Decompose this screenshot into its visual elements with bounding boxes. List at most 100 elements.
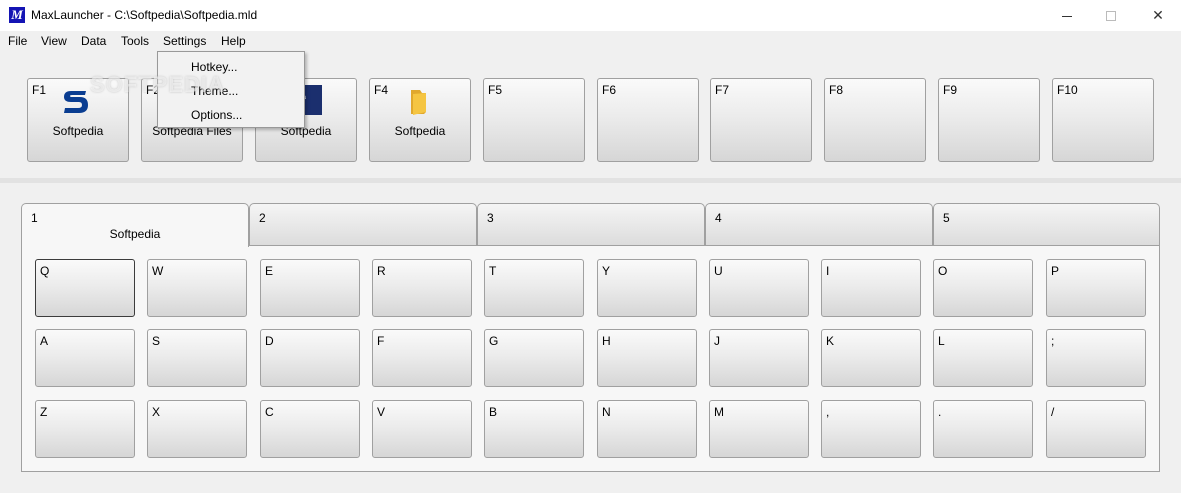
key-c-button[interactable]: C xyxy=(260,400,360,458)
key-v-button[interactable]: V xyxy=(372,400,472,458)
tab-number: 2 xyxy=(259,211,266,225)
key-label: / xyxy=(1051,405,1055,419)
key-e-button[interactable]: E xyxy=(260,259,360,317)
f9-button[interactable]: F9 xyxy=(938,78,1040,162)
key-i-button[interactable]: I xyxy=(821,259,921,317)
watermark: SOFTPEDIA xyxy=(90,72,225,97)
key-b-button[interactable]: B xyxy=(484,400,584,458)
key-label: A xyxy=(40,334,49,348)
key-semicolon-button[interactable]: ; xyxy=(1046,329,1146,387)
key-label: Q xyxy=(40,264,50,278)
button-label: Softpedia xyxy=(52,124,104,138)
key-label: Y xyxy=(602,264,611,278)
key-label: B xyxy=(489,405,498,419)
key-label: F6 xyxy=(602,83,617,97)
menu-file[interactable]: File xyxy=(8,34,27,48)
key-label: D xyxy=(265,334,274,348)
key-label: F xyxy=(377,334,385,348)
key-comma-button[interactable]: , xyxy=(821,400,921,458)
tab-name: Softpedia xyxy=(109,227,161,241)
key-u-button[interactable]: U xyxy=(709,259,809,317)
tab-2[interactable]: 2 xyxy=(249,203,477,245)
key-label: F4 xyxy=(374,83,389,97)
key-g-button[interactable]: G xyxy=(484,329,584,387)
menu-data[interactable]: Data xyxy=(81,34,106,48)
key-label: F5 xyxy=(488,83,503,97)
minimize-button[interactable] xyxy=(1044,0,1090,31)
key-w-button[interactable]: W xyxy=(147,259,247,317)
key-m-button[interactable]: M xyxy=(709,400,809,458)
key-z-button[interactable]: Z xyxy=(35,400,135,458)
key-t-button[interactable]: T xyxy=(484,259,584,317)
close-button[interactable]: ✕ xyxy=(1135,0,1181,31)
tab-1[interactable]: 1 Softpedia xyxy=(21,203,249,247)
key-label: R xyxy=(377,264,386,278)
key-period-button[interactable]: . xyxy=(933,400,1033,458)
key-label: G xyxy=(489,334,499,348)
key-label: M xyxy=(714,405,724,419)
key-label: F1 xyxy=(32,83,47,97)
key-label: . xyxy=(938,405,942,419)
tab-number: 5 xyxy=(943,211,950,225)
close-icon: ✕ xyxy=(1152,7,1164,23)
key-label: U xyxy=(714,264,723,278)
key-l-button[interactable]: L xyxy=(933,329,1033,387)
tab-3[interactable]: 3 xyxy=(477,203,705,245)
key-label: ; xyxy=(1051,334,1055,348)
key-x-button[interactable]: X xyxy=(147,400,247,458)
maximize-button[interactable] xyxy=(1088,0,1134,31)
key-f-button[interactable]: F xyxy=(372,329,472,387)
key-a-button[interactable]: A xyxy=(35,329,135,387)
key-label: C xyxy=(265,405,274,419)
key-d-button[interactable]: D xyxy=(260,329,360,387)
key-label: P xyxy=(1051,264,1060,278)
key-label: T xyxy=(489,264,497,278)
folder-icon xyxy=(411,90,426,115)
tab-5[interactable]: 5 xyxy=(933,203,1160,245)
key-label: V xyxy=(377,405,386,419)
key-q-button[interactable]: Q xyxy=(35,259,135,317)
menu-help[interactable]: Help xyxy=(221,34,246,48)
key-j-button[interactable]: J xyxy=(709,329,809,387)
key-k-button[interactable]: K xyxy=(821,329,921,387)
key-label: J xyxy=(714,334,720,348)
key-label: E xyxy=(265,264,274,278)
tab-number: 1 xyxy=(31,211,38,225)
window-title: MaxLauncher - C:\Softpedia\Softpedia.mld xyxy=(31,8,258,22)
title-bar: M MaxLauncher - C:\Softpedia\Softpedia.m… xyxy=(0,0,1181,31)
key-y-button[interactable]: Y xyxy=(597,259,697,317)
key-label: L xyxy=(938,334,945,348)
key-slash-button[interactable]: / xyxy=(1046,400,1146,458)
menu-item-options[interactable]: Options... xyxy=(191,108,242,122)
tab-number: 4 xyxy=(715,211,722,225)
key-label: F10 xyxy=(1057,83,1078,97)
key-s-button[interactable]: S xyxy=(147,329,247,387)
key-h-button[interactable]: H xyxy=(597,329,697,387)
app-icon[interactable]: M xyxy=(9,7,25,23)
key-r-button[interactable]: R xyxy=(372,259,472,317)
key-label: F9 xyxy=(943,83,958,97)
f8-button[interactable]: F8 xyxy=(824,78,926,162)
f6-button[interactable]: F6 xyxy=(597,78,699,162)
menu-tools[interactable]: Tools xyxy=(121,34,149,48)
menu-view[interactable]: View xyxy=(41,34,67,48)
key-label: O xyxy=(938,264,948,278)
key-n-button[interactable]: N xyxy=(597,400,697,458)
menu-bar: File View Data Tools Settings Help xyxy=(0,31,1181,52)
key-o-button[interactable]: O xyxy=(933,259,1033,317)
key-label: K xyxy=(826,334,835,348)
separator xyxy=(0,178,1181,183)
f4-button[interactable]: F4 Softpedia xyxy=(369,78,471,162)
key-label: N xyxy=(602,405,611,419)
tab-4[interactable]: 4 xyxy=(705,203,933,245)
button-label: Softpedia xyxy=(394,124,446,138)
key-label: W xyxy=(152,264,164,278)
key-p-button[interactable]: P xyxy=(1046,259,1146,317)
key-label: S xyxy=(152,334,161,348)
key-label: F8 xyxy=(829,83,844,97)
menu-settings[interactable]: Settings xyxy=(163,34,206,48)
f10-button[interactable]: F10 xyxy=(1052,78,1154,162)
key-label: F7 xyxy=(715,83,730,97)
f5-button[interactable]: F5 xyxy=(483,78,585,162)
f7-button[interactable]: F7 xyxy=(710,78,812,162)
